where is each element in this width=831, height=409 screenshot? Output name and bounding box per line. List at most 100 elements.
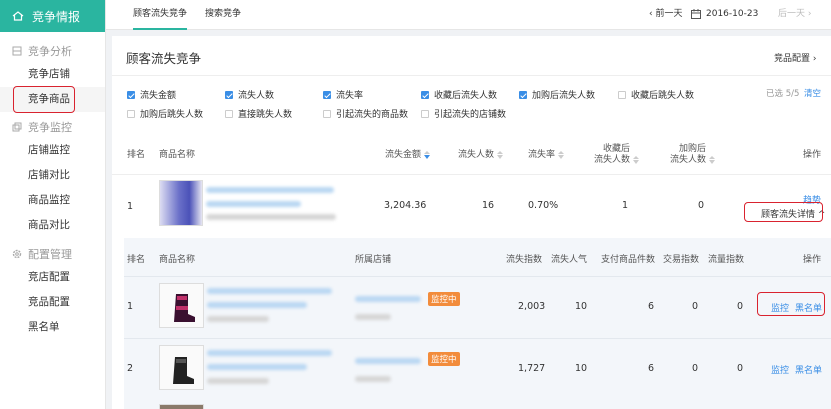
- blurred-shop-meta: [355, 376, 391, 382]
- sidebar-item-product-comparison[interactable]: 商品对比: [0, 213, 105, 238]
- sub-row-paid-items: 6: [648, 301, 655, 312]
- sub-row-rank: 1: [127, 301, 134, 312]
- sub-col-operation: 操作: [803, 255, 822, 265]
- filter-fav-bounce[interactable]: 收藏后跳失人数: [618, 88, 694, 101]
- highlight-detail-button: [744, 202, 823, 222]
- monitoring-badge: 监控中: [428, 292, 460, 306]
- filter-loss-people[interactable]: 流失人数: [225, 88, 274, 101]
- checkbox-icon: [323, 109, 331, 118]
- col-cart-loss[interactable]: 加购后 流失人数: [670, 144, 716, 166]
- blurred-product-name: [207, 364, 307, 370]
- sub-col-rank: 排名: [127, 255, 146, 265]
- checkbox-icon: [421, 109, 429, 118]
- sidebar-item-competing-shops[interactable]: 竞争店铺: [0, 62, 105, 87]
- blurred-product-name: [207, 302, 307, 308]
- col-product-name: 商品名称: [159, 150, 196, 160]
- boot-image: [174, 294, 195, 322]
- boot-image: [173, 357, 194, 384]
- filter-loss-shops[interactable]: 引起流失的店铺数: [421, 107, 506, 120]
- sidebar-item-product-config[interactable]: 竞品配置: [0, 290, 105, 315]
- checkbox-icon: [519, 90, 527, 99]
- gear-icon: [12, 249, 22, 259]
- monitor-button[interactable]: 监控: [771, 363, 789, 376]
- sidebar-item-shop-config[interactable]: 竞店配置: [0, 265, 105, 290]
- filter-direct-bounce[interactable]: 直接跳失人数: [225, 107, 292, 120]
- blacklist-button[interactable]: 黑名单: [795, 363, 822, 376]
- clear-button[interactable]: 清空: [804, 87, 821, 99]
- sort-icon: [709, 155, 716, 164]
- calendar-icon: [691, 9, 701, 19]
- tab-customer-loss[interactable]: 顾客流失竞争: [133, 0, 188, 30]
- sub-row-traffic-index: 0: [737, 363, 744, 374]
- sub-col-shop: 所属店铺: [355, 255, 392, 265]
- sidebar-item-product-monitoring[interactable]: 商品监控: [0, 188, 105, 213]
- page-title: 顾客流失竞争: [126, 51, 202, 66]
- sort-icon: [558, 150, 565, 159]
- prev-day-button[interactable]: ‹ 前一天: [649, 0, 682, 28]
- highlight-competing-products: [13, 86, 75, 113]
- checkbox-icon: [127, 109, 135, 118]
- group-competition-monitoring: 竞争监控: [0, 116, 105, 138]
- sidebar-item-shop-comparison[interactable]: 店铺对比: [0, 163, 105, 188]
- blurred-shop-name: [355, 358, 421, 364]
- product-image[interactable]: [159, 404, 204, 409]
- col-loss-rate[interactable]: 流失率: [528, 150, 565, 161]
- tab-search-competition[interactable]: 搜索竞争: [205, 0, 241, 30]
- filter-loss-rate[interactable]: 流失率: [323, 88, 363, 101]
- sidebar-item-blacklist[interactable]: 黑名单: [0, 315, 105, 340]
- col-loss-people[interactable]: 流失人数: [458, 150, 504, 161]
- top-tab-bar: 顾客流失竞争 搜索竞争 ‹ 前一天 2016-10-23 后一天 ›: [106, 0, 831, 30]
- blurred-product-name: [206, 201, 301, 207]
- home-icon: [12, 11, 24, 21]
- sub-col-loss-index: 流失指数: [506, 255, 543, 265]
- checkbox-icon: [618, 90, 626, 99]
- panel-header: 顾客流失竞争 竞品配置 ›: [112, 36, 831, 76]
- highlight-row-actions: [757, 292, 825, 316]
- row-rank: 1: [127, 201, 134, 212]
- blurred-product-name: [207, 288, 332, 294]
- group-competition-analysis: 竞争分析: [0, 40, 105, 62]
- sub-col-loss-popularity: 流失人气: [551, 255, 588, 265]
- row-fav-loss: 1: [622, 200, 629, 211]
- blurred-shop-name: [355, 296, 421, 302]
- brand-title: 竞争情报: [32, 9, 81, 24]
- checkbox-icon: [127, 90, 135, 99]
- sub-col-paid-items: 支付商品件数: [601, 255, 656, 265]
- sub-row-paid-items: 6: [648, 363, 655, 374]
- sort-icon: [633, 155, 640, 164]
- date-picker[interactable]: 2016-10-23: [691, 0, 758, 28]
- blurred-product-name: [206, 187, 334, 193]
- filter-loss-amount[interactable]: 流失金额: [127, 88, 176, 101]
- filter-cart-bounce[interactable]: 加购后跳失人数: [127, 107, 203, 120]
- filter-cart-loss[interactable]: 加购后流失人数: [519, 88, 595, 101]
- product-image[interactable]: [159, 345, 204, 390]
- col-loss-amount[interactable]: 流失金额: [385, 150, 431, 161]
- sidebar-item-shop-monitoring[interactable]: 店铺监控: [0, 138, 105, 163]
- blurred-product-meta: [207, 316, 269, 322]
- monitoring-badge: 监控中: [428, 352, 460, 366]
- product-config-link[interactable]: 竞品配置 ›: [774, 51, 816, 64]
- blurred-product-meta: [206, 214, 336, 220]
- product-image[interactable]: [159, 180, 203, 226]
- brand-bar[interactable]: 竞争情报: [0, 0, 105, 32]
- col-fav-loss[interactable]: 收藏后 流失人数: [594, 144, 640, 166]
- sub-row-trade-index: 0: [692, 301, 699, 312]
- sub-row-loss-popularity: 10: [575, 363, 588, 374]
- col-operation: 操作: [803, 150, 822, 160]
- sub-row-trade-index: 0: [692, 363, 699, 374]
- filter-loss-products[interactable]: 引起流失的商品数: [323, 107, 408, 120]
- next-day-button[interactable]: 后一天 ›: [778, 0, 811, 28]
- blurred-shop-meta: [355, 314, 391, 320]
- sub-col-product-name: 商品名称: [159, 255, 196, 265]
- sub-col-trade-index: 交易指数: [663, 255, 700, 265]
- row-loss-people: 16: [482, 200, 495, 211]
- blurred-product-name: [207, 350, 332, 356]
- sub-row-loss-popularity: 10: [575, 301, 588, 312]
- sort-desc-icon: [424, 150, 431, 159]
- checkbox-icon: [225, 109, 233, 118]
- product-image[interactable]: [159, 283, 204, 328]
- row-loss-amount: 3,204.36: [384, 200, 427, 211]
- filter-fav-loss[interactable]: 收藏后流失人数: [421, 88, 497, 101]
- checkbox-icon: [225, 90, 233, 99]
- sub-col-traffic-index: 流量指数: [708, 255, 745, 265]
